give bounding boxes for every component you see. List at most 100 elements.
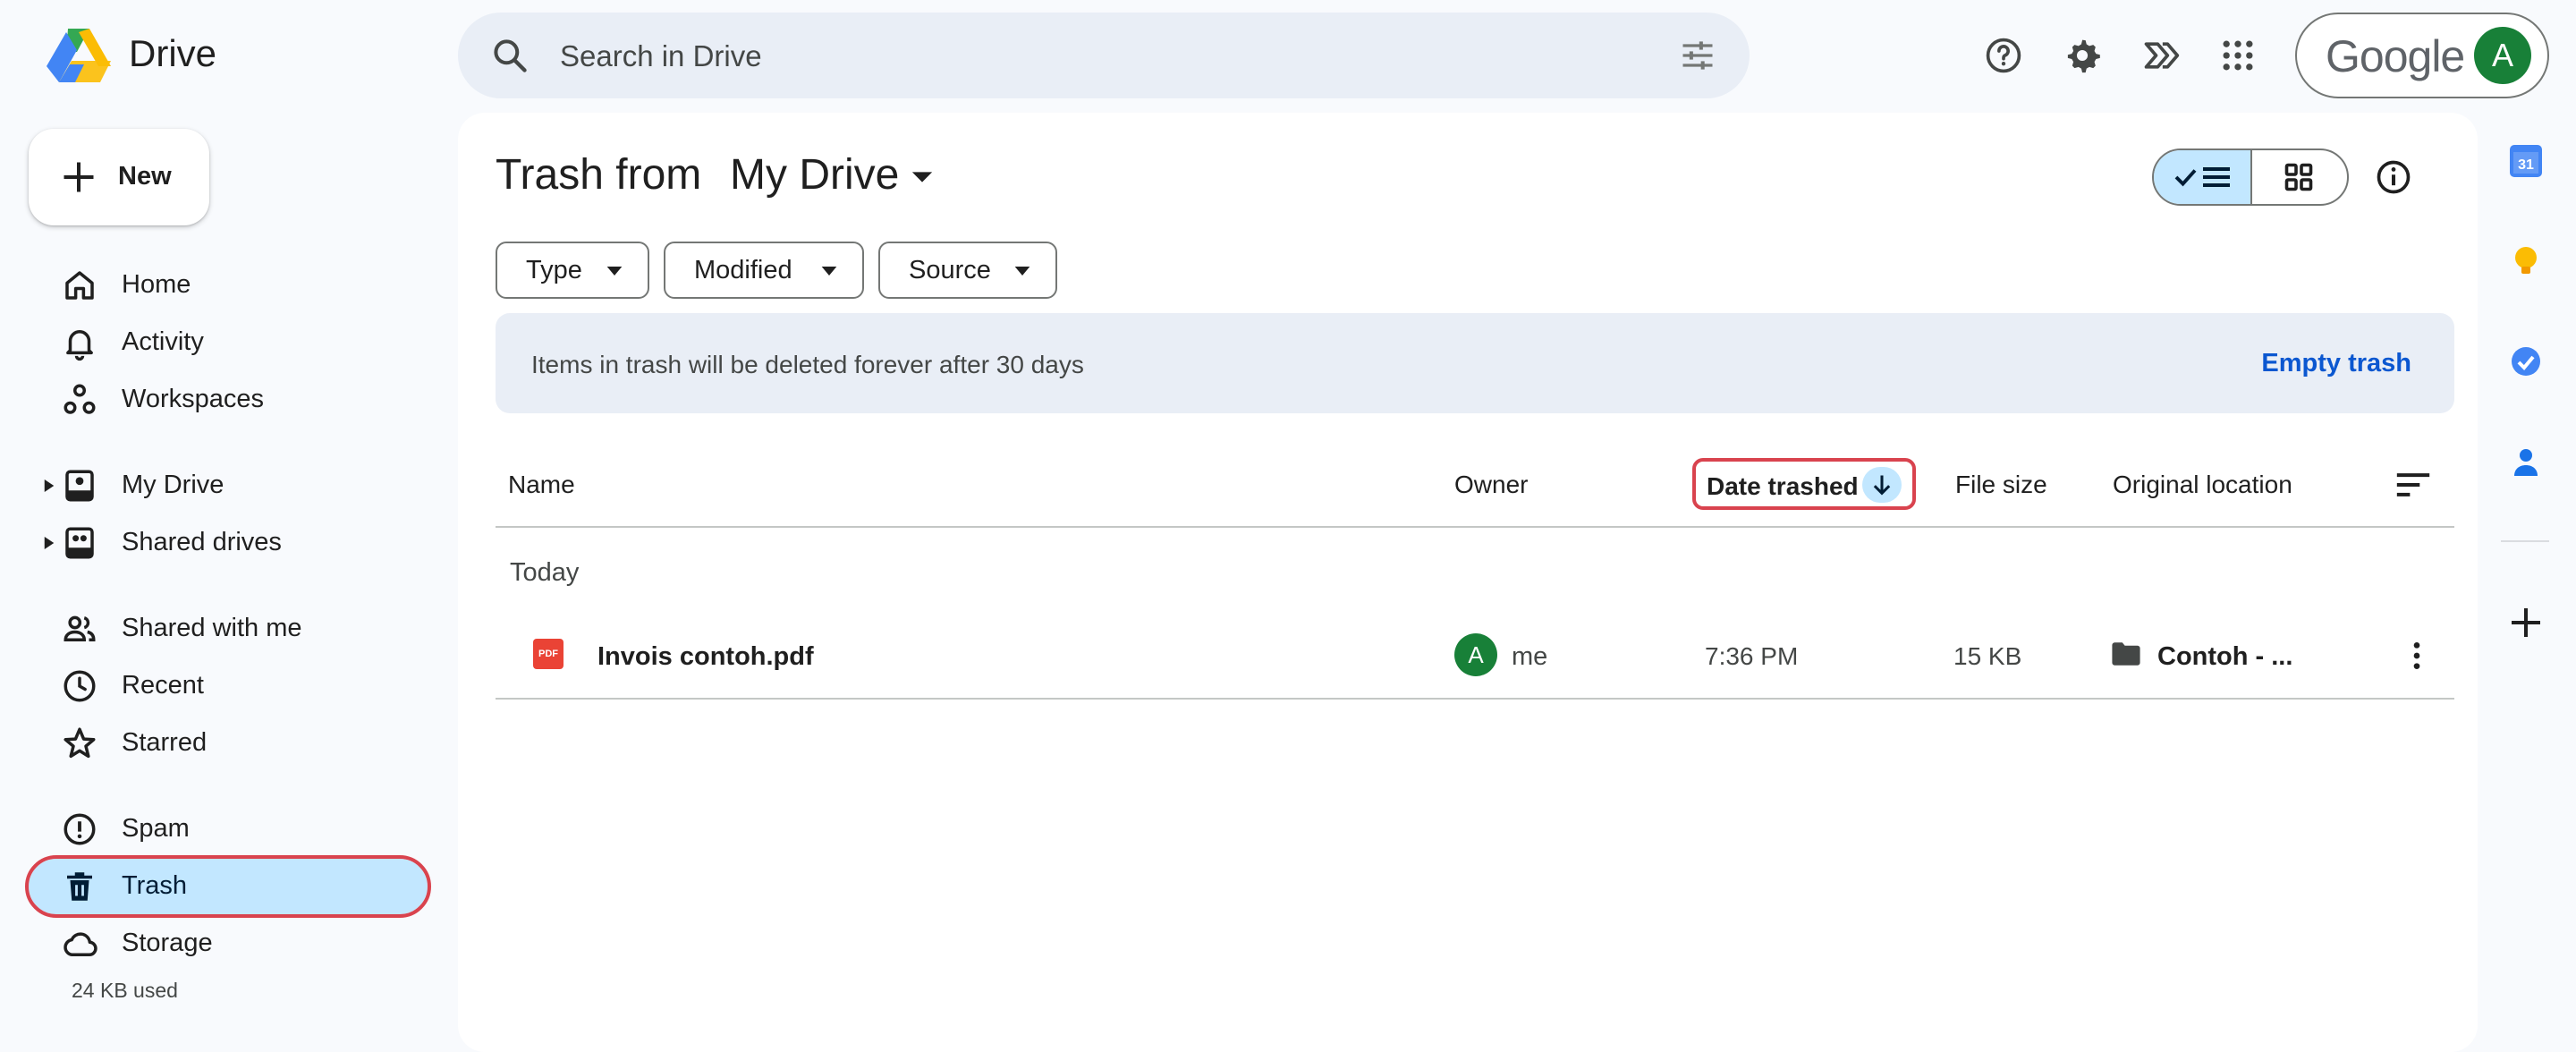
owner-name: me <box>1512 642 1548 671</box>
column-header-owner[interactable]: Owner <box>1454 471 1528 499</box>
keep-icon[interactable] <box>2504 240 2547 283</box>
chevron-down-icon <box>1014 267 1030 276</box>
calendar-icon[interactable]: 31 <box>2504 140 2547 182</box>
sidebar-item-spam[interactable]: Spam <box>0 805 429 855</box>
storage-used-text: 24 KB used <box>72 979 178 1002</box>
sort-options-icon[interactable] <box>2394 467 2433 503</box>
list-view-button[interactable] <box>2154 150 2252 204</box>
contacts-icon[interactable] <box>2504 440 2547 483</box>
sidebar-item-label: Spam <box>122 814 190 843</box>
shared-drives-icon <box>65 527 94 559</box>
settings-icon[interactable] <box>2063 36 2102 75</box>
sidebar-item-label: Shared drives <box>122 528 282 556</box>
plus-icon <box>64 162 94 192</box>
sidebar-item-label: My Drive <box>122 471 225 499</box>
column-header-file-size[interactable]: File size <box>1955 471 2047 499</box>
folder-icon <box>2112 642 2140 666</box>
sidebar-item-my-drive[interactable]: My Drive <box>0 462 429 512</box>
tasks-icon[interactable] <box>2504 340 2547 383</box>
column-header-date-trashed[interactable]: Date trashed <box>1692 458 1916 510</box>
sidebar-item-label: Trash <box>122 871 188 900</box>
home-icon <box>65 271 94 300</box>
sidebar-item-label: Storage <box>122 929 213 957</box>
spam-icon <box>64 813 96 845</box>
search-input[interactable] <box>558 32 1546 81</box>
avatar[interactable]: A <box>2474 27 2531 84</box>
date-trashed: 7:36 PM <box>1705 642 1799 670</box>
info-icon[interactable] <box>2374 157 2413 197</box>
empty-trash-button[interactable]: Empty trash <box>2261 349 2411 378</box>
workspaces-icon <box>64 384 96 414</box>
cloud-icon <box>64 932 97 956</box>
sidebar-item-activity[interactable]: Activity <box>0 318 429 369</box>
chevron-down-icon <box>606 267 623 276</box>
arrow-down-icon <box>1873 475 1891 496</box>
gemini-icon[interactable] <box>2141 36 2181 75</box>
filter-source[interactable]: Source <box>878 242 1057 299</box>
sidebar-item-label: Home <box>122 270 191 299</box>
sort-direction-button[interactable] <box>1862 467 1902 503</box>
sidebar-item-label: Shared with me <box>122 614 302 642</box>
view-toggle[interactable] <box>2152 148 2349 206</box>
grid-view-icon <box>2284 163 2313 191</box>
new-button-label: New <box>118 162 172 191</box>
side-panel-divider <box>2501 540 2549 542</box>
sidebar-item-shared-drives[interactable]: Shared drives <box>0 519 429 569</box>
sidebar-item-label: Activity <box>122 327 204 356</box>
filter-label: Type <box>526 256 582 284</box>
my-drive-icon <box>65 470 94 502</box>
account-switcher[interactable]: Google A <box>2295 13 2549 98</box>
sidebar-item-starred[interactable]: Starred <box>0 719 429 769</box>
search-bar[interactable] <box>458 13 1750 98</box>
sidebar-item-workspaces[interactable]: Workspaces <box>0 376 429 426</box>
chevron-down-icon <box>821 267 837 276</box>
calendar-date-label: 31 <box>2518 157 2534 173</box>
original-location[interactable]: Contoh - ... <box>2157 642 2292 672</box>
header-divider <box>496 526 2454 528</box>
page-title: Trash from <box>496 151 702 199</box>
sidebar-item-label: Workspaces <box>122 385 265 413</box>
row-divider <box>496 698 2454 700</box>
apps-grid-icon[interactable] <box>2218 36 2258 75</box>
trash-icon <box>67 872 92 901</box>
filter-modified[interactable]: Modified <box>664 242 864 299</box>
app-name: Drive <box>129 32 217 74</box>
more-vert-icon[interactable] <box>2399 635 2435 676</box>
file-name[interactable]: Invois contoh.pdf <box>597 642 814 672</box>
table-row[interactable]: PDF Invois contoh.pdf A me 7:36 PM 15 KB… <box>496 617 2454 698</box>
file-size: 15 KB <box>1953 642 2022 670</box>
column-header-original-location[interactable]: Original location <box>2113 471 2292 499</box>
grid-view-button[interactable] <box>2252 150 2347 204</box>
sidebar-item-recent[interactable]: Recent <box>0 662 429 712</box>
filter-type[interactable]: Type <box>496 242 649 299</box>
google-wordmark: Google <box>2326 31 2465 81</box>
help-icon[interactable] <box>1984 36 2023 75</box>
list-view-icon <box>2174 167 2230 187</box>
sidebar-item-label: Starred <box>122 728 208 757</box>
expand-caret-icon[interactable] <box>43 478 55 494</box>
column-header-name[interactable]: Name <box>508 471 575 499</box>
chevron-down-icon[interactable] <box>911 170 934 184</box>
pdf-file-icon: PDF <box>533 639 564 669</box>
sidebar-item-home[interactable]: Home <box>0 261 429 311</box>
search-options-icon[interactable] <box>1678 36 1717 75</box>
expand-caret-icon[interactable] <box>43 535 55 551</box>
sidebar-item-storage[interactable]: Storage <box>0 920 429 970</box>
group-label-today: Today <box>510 558 580 587</box>
banner-text: Items in trash will be deleted forever a… <box>531 351 1084 378</box>
sidebar-item-label: Recent <box>122 671 204 700</box>
filter-label: Modified <box>694 256 792 284</box>
clock-icon <box>64 670 96 702</box>
new-button[interactable]: New <box>29 129 209 225</box>
drive-logo[interactable] <box>45 25 113 86</box>
filter-label: Source <box>909 256 991 284</box>
search-icon[interactable] <box>490 36 530 75</box>
sidebar-item-trash[interactable]: Trash <box>0 862 429 912</box>
people-icon <box>64 615 96 641</box>
star-icon <box>64 727 96 759</box>
bell-icon <box>66 330 93 361</box>
trash-info-banner: Items in trash will be deleted forever a… <box>496 313 2454 413</box>
add-icon[interactable] <box>2504 601 2547 644</box>
location-dropdown[interactable]: My Drive <box>730 150 899 199</box>
sidebar-item-shared-with-me[interactable]: Shared with me <box>0 605 429 655</box>
